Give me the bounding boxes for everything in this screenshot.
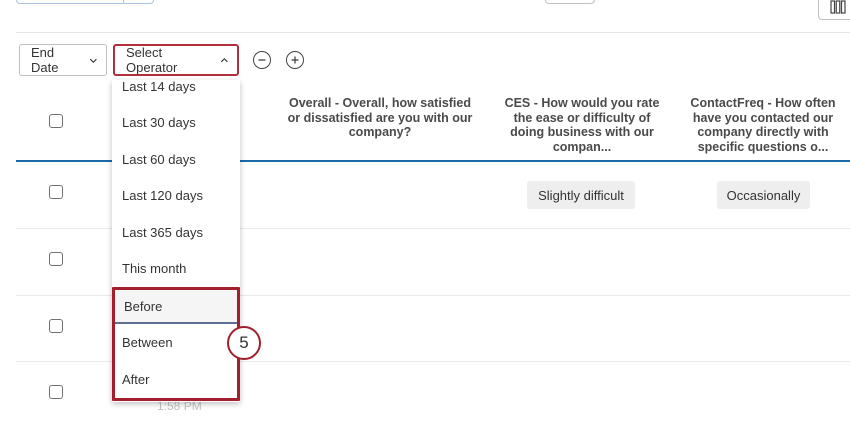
step-badge: 5 [227,326,261,360]
menu-item-last-60-days[interactable]: Last 60 days [112,141,240,177]
column-header-ces[interactable]: CES - How would you rate the ease or dif… [499,96,665,154]
end-date-dropdown[interactable]: End Date [19,44,107,76]
plus-icon [291,56,299,64]
end-date-label: End Date [31,45,59,75]
contactfreq-value-tag: Occasionally [717,181,810,209]
columns-button[interactable] [818,0,850,20]
menu-item-last-14-days[interactable]: Last 14 days [112,80,240,104]
select-operator-dropdown[interactable]: Select Operator [113,44,239,76]
row-checkbox[interactable] [49,385,63,399]
chevron-up-icon [221,57,229,62]
chevron-down-icon [90,58,98,63]
menu-item-last-365-days[interactable]: Last 365 days [112,214,240,250]
minus-icon [258,59,266,61]
columns-icon [830,0,846,14]
row-checkbox[interactable] [49,185,63,199]
select-all-checkbox[interactable] [49,114,63,128]
column-header-contactfreq[interactable]: ContactFreq - How often have you contact… [680,96,846,154]
highlight-box [112,287,240,401]
column-header-overall[interactable]: Overall - Overall, how satisfied or diss… [282,96,478,140]
ces-value-tag: Slightly difficult [527,181,635,209]
top-button-group[interactable] [16,0,154,4]
row-checkbox[interactable] [49,319,63,333]
toolbar-divider [16,32,850,33]
select-operator-label: Select Operator [126,45,178,75]
remove-filter-button[interactable] [253,51,271,69]
row-checkbox[interactable] [49,252,63,266]
menu-item-last-120-days[interactable]: Last 120 days [112,177,240,213]
menu-item-this-month[interactable]: This month [112,250,240,286]
add-filter-button[interactable] [286,51,304,69]
top-button[interactable] [545,0,595,4]
menu-item-last-30-days[interactable]: Last 30 days [112,104,240,140]
